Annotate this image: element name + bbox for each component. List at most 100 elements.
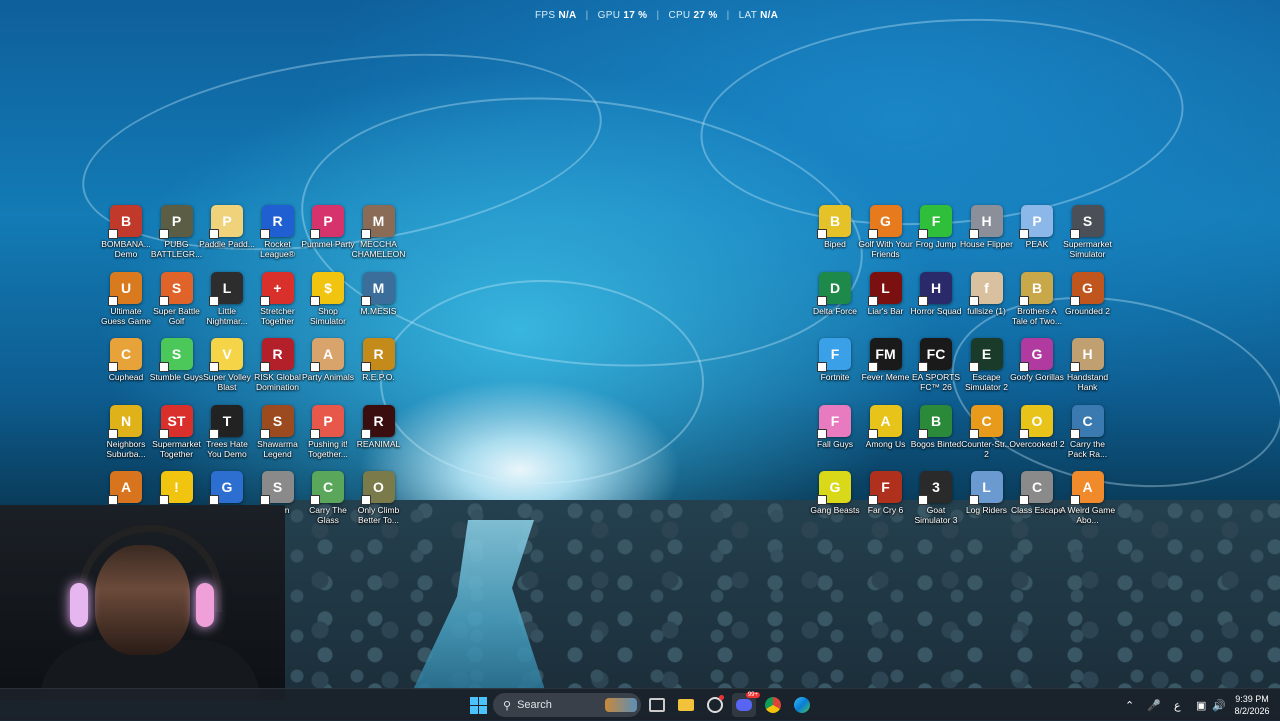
app-icon: G	[1019, 338, 1053, 372]
desktop-icon[interactable]: G Golf With Your Friends	[858, 205, 914, 259]
desktop-icon[interactable]: O Overcooked! 2	[1009, 404, 1065, 449]
microphone-icon: 🎤	[1147, 699, 1161, 712]
chrome-button[interactable]	[761, 693, 785, 717]
app-icon: U	[108, 271, 142, 306]
gpu-value: 17 %	[623, 10, 648, 21]
desktop-icon[interactable]: S Supermarket Simulator	[1060, 205, 1116, 259]
app-icon: G	[1069, 271, 1104, 306]
desktop-icon[interactable]: A Party Animals	[300, 338, 356, 382]
desktop-icon[interactable]: S Super Battle Golf	[149, 271, 205, 326]
app-icon: R	[259, 338, 294, 372]
desktop-icon[interactable]: C Carry the Pack Ra...	[1060, 404, 1116, 459]
desktop-icon[interactable]: P PUBG BATTLEGR...	[149, 205, 205, 259]
desktop-icon[interactable]: H Handstand Hank	[1060, 338, 1116, 392]
start-button[interactable]	[466, 693, 490, 717]
app-icon: f	[968, 271, 1003, 306]
desktop-icon[interactable]: F Far Cry 6	[858, 471, 914, 515]
desktop-icon[interactable]: C Carry The Glass	[300, 471, 356, 525]
desktop-icon[interactable]: B Brothers A Tale of Two...	[1009, 271, 1065, 326]
desktop-icon-label: Trees Hate You Demo	[206, 438, 248, 459]
desktop-icon[interactable]: B Bogos Binted	[908, 404, 964, 449]
desktop-icon[interactable]: L Liar's Bar	[858, 271, 914, 316]
file-explorer-button[interactable]	[674, 693, 698, 717]
tray-network-button[interactable]: ▣	[1196, 689, 1206, 721]
tray-language-button[interactable]: ع	[1174, 689, 1181, 721]
desktop-icon-label: Little Nightmar...	[206, 305, 248, 326]
desktop-icon[interactable]: R R.E.P.O.	[351, 338, 407, 382]
discord-icon	[736, 699, 752, 711]
app-icon: $	[310, 271, 344, 306]
desktop-icon[interactable]: C Cuphead	[98, 338, 154, 382]
desktop-icon-label: Fever Meme	[861, 372, 910, 382]
desktop-icon[interactable]: AA Weird Game Abo...	[1060, 471, 1116, 525]
desktop-icon-label: Handstand Hank	[1066, 372, 1109, 392]
app-icon: B	[1019, 271, 1053, 306]
tray-mic-button[interactable]: 🎤	[1147, 689, 1161, 721]
desktop-icon[interactable]: P Pushing it! Together...	[300, 404, 356, 459]
desktop-icon[interactable]: U Ultimate Guess Game	[98, 271, 154, 326]
task-view-button[interactable]	[645, 693, 669, 717]
desktop-icon[interactable]: R Rocket League®	[250, 205, 306, 259]
desktop-icon[interactable]: FC EA SPORTS FC™ 26	[908, 338, 964, 392]
snipping-tool-button[interactable]	[703, 693, 727, 717]
tray-volume-button[interactable]: 🔊	[1212, 689, 1226, 721]
taskbar-clock[interactable]: 9:39 PM 8/2/2026	[1228, 693, 1276, 717]
desktop-icon[interactable]: T Trees Hate You Demo	[199, 404, 255, 459]
taskbar-search[interactable]: ⚲ Search	[493, 693, 641, 717]
desktop-icon[interactable]: ST Supermarket Together	[149, 404, 205, 459]
discord-button[interactable]: 99+	[732, 692, 760, 717]
desktop-icon[interactable]: L Little Nightmar...	[199, 271, 255, 326]
desktop-icon[interactable]: C Counter-Str... 2	[959, 404, 1015, 459]
desktop-icon[interactable]: R REANIMAL	[351, 404, 407, 449]
desktop-icon-label: BOMBANA... Demo	[101, 239, 151, 259]
desktop-icon[interactable]: A Among Us	[858, 404, 914, 449]
app-icon: M	[360, 271, 395, 306]
desktop-icon[interactable]: G Gang Beasts	[807, 471, 863, 515]
desktop-icon[interactable]: P Pummel Party	[300, 205, 356, 249]
desktop-icon[interactable]: R RISK Global Domination	[250, 338, 306, 392]
desktop-icon[interactable]: A	[98, 471, 154, 505]
desktop-icon[interactable]: G Grounded 2	[1060, 271, 1116, 316]
desktop-icon[interactable]: G Goofy Gorillas	[1009, 338, 1065, 382]
desktop-icon[interactable]: 3 Goat Simulator 3	[908, 471, 964, 525]
desktop-icon[interactable]: D Delta Force	[807, 271, 863, 316]
desktop-icon[interactable]: M M.MESIS	[351, 271, 407, 316]
desktop-icon[interactable]: S Shawarma Legend	[250, 404, 306, 459]
desktop-icon[interactable]: + Stretcher Together	[250, 271, 306, 326]
desktop-icon-label: Cuphead	[108, 372, 144, 382]
desktop-icon[interactable]: O Only Climb Better To...	[351, 471, 407, 525]
desktop-icon-label: Frog Jump	[915, 239, 957, 249]
desktop-icon[interactable]: N Neighbors Suburba...	[98, 404, 154, 459]
desktop-icon-label: Gang Beasts	[810, 505, 860, 515]
desktop-icon[interactable]: H Horror Squad	[908, 271, 964, 316]
desktop-icon[interactable]: C Class Escape	[1009, 471, 1065, 515]
desktop-icon[interactable]: $ Shop Simulator	[300, 271, 356, 326]
desktop-icon[interactable]: L Log Riders	[959, 471, 1015, 515]
desktop-icon[interactable]: M MECCHA CHAMELEON	[351, 205, 407, 259]
app-icon: A	[867, 404, 902, 439]
app-icon: H	[968, 205, 1003, 239]
desktop-icon[interactable]: G	[199, 471, 255, 505]
app-icon: D	[817, 271, 851, 306]
desktop-icon-label: Paddle Padd...	[199, 239, 255, 249]
desktop-icon[interactable]: P Paddle Padd...	[199, 205, 255, 249]
desktop-icon[interactable]: F Fall Guys	[807, 404, 863, 449]
desktop-icon[interactable]: B Biped	[807, 205, 863, 249]
desktop-icon[interactable]: !	[149, 471, 205, 505]
desktop-icon[interactable]: S Stumble Guys	[149, 338, 205, 382]
desktop-icon[interactable]: F Frog Jump	[908, 205, 964, 249]
tray-overflow-button[interactable]: ⌃	[1125, 689, 1134, 721]
performance-overlay: FPS N/A | GPU 17 % | CPU 27 % | LAT N/A	[535, 10, 779, 21]
desktop-icon[interactable]: F Fortnite	[807, 338, 863, 382]
desktop-icon[interactable]: E Escape Simulator 2	[959, 338, 1015, 392]
desktop-icon[interactable]: FM Fever Meme	[858, 338, 914, 382]
desktop-icon[interactable]: H House Flipper	[959, 205, 1015, 249]
desktop-icon[interactable]: f fullsize (1)	[959, 271, 1015, 316]
desktop-icon[interactable]: B BOMBANA... Demo	[98, 205, 154, 259]
lat-label: LAT	[738, 10, 757, 21]
edge-button[interactable]	[790, 693, 814, 717]
app-icon: F	[867, 471, 902, 505]
app-icon: O	[1019, 404, 1053, 439]
desktop-icon[interactable]: V Super Volley Blast	[199, 338, 255, 392]
desktop-icon[interactable]: P PEAK	[1009, 205, 1065, 249]
